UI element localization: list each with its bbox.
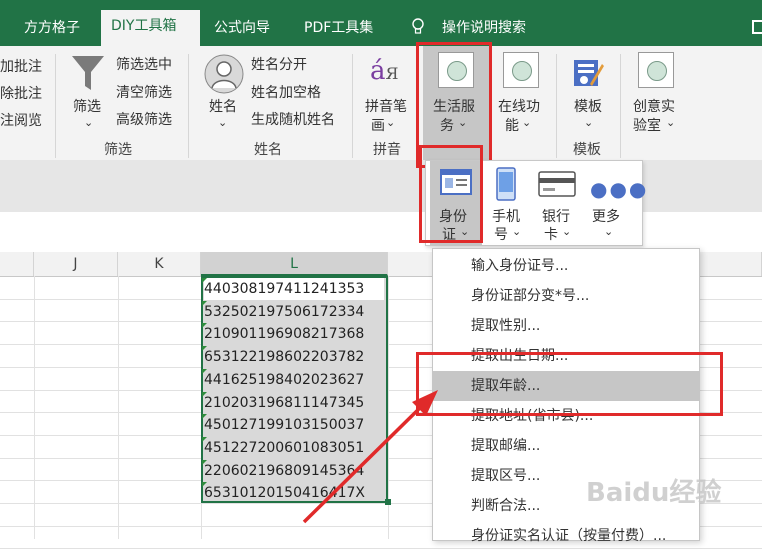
watermark: Baidu经验 <box>586 478 722 508</box>
error-indicator-icon <box>202 323 207 329</box>
view-comment-button[interactable]: 注阅览 <box>0 110 42 130</box>
pinyin-stroke-button-line2[interactable]: 画 <box>371 115 385 135</box>
menu-item[interactable]: 提取性别... <box>433 311 699 341</box>
advanced-filter-button[interactable]: 高级筛选 <box>116 109 172 129</box>
highlight-box-extract-age <box>416 352 723 416</box>
creative-lab-button[interactable]: 创意实 <box>633 96 675 116</box>
grid-column-line <box>34 276 35 539</box>
creative-lab-icon <box>638 52 674 88</box>
random-name-button[interactable]: 生成随机姓名 <box>251 109 335 129</box>
grid-column-line <box>118 276 119 539</box>
chevron-down-icon: ⌄ <box>386 116 396 129</box>
group-label-pinyin: 拼音 <box>373 142 401 158</box>
name-add-space-button[interactable]: 姓名加空格 <box>251 82 321 102</box>
name-button[interactable]: 姓名 <box>209 96 237 116</box>
menu-item[interactable]: 输入身份证号... <box>433 251 699 281</box>
error-indicator-icon <box>202 482 207 488</box>
divider <box>55 54 56 158</box>
table-cell[interactable]: 210901196908217368 <box>204 323 384 345</box>
table-cell[interactable]: 440308197411241353 <box>204 278 384 300</box>
pinyin-stroke-button[interactable]: 拼音笔 <box>365 96 407 116</box>
chevron-down-icon: ⌄ <box>84 116 94 129</box>
menu-item[interactable]: 身份证部分变*号... <box>433 281 699 311</box>
funnel-icon <box>70 54 106 98</box>
tab-fangfang[interactable]: 方方格子 <box>14 12 90 46</box>
error-indicator-icon <box>202 391 207 397</box>
ribbon: 加批注 除批注 注阅览 筛选 ⌄ 筛选选中 清空筛选 高级筛选 筛选 姓名 ⌄ … <box>0 46 762 161</box>
error-indicator-icon <box>202 436 207 442</box>
window-edge-icon <box>752 20 762 34</box>
divider <box>352 54 353 158</box>
pinyin-icon: áЯ <box>370 56 399 86</box>
chevron-down-icon: ⌄ <box>562 225 572 238</box>
group-label-template: 模板 <box>573 142 601 158</box>
clear-filter-button[interactable]: 清空筛选 <box>116 82 172 102</box>
more-button[interactable]: 更多 <box>592 206 620 226</box>
group-label-filter: 筛选 <box>104 142 132 158</box>
chevron-down-icon: ⌄ <box>604 225 614 238</box>
lightbulb-icon <box>411 18 425 40</box>
remove-comment-button[interactable]: 除批注 <box>0 83 42 103</box>
phone-button-line2[interactable]: 号 <box>494 224 508 244</box>
more-dots-icon: ●●● <box>590 177 649 201</box>
chevron-down-icon: ⌄ <box>666 116 676 129</box>
group-label-name: 姓名 <box>254 142 282 158</box>
bank-card-icon <box>538 171 576 201</box>
error-indicator-icon <box>202 459 207 465</box>
divider <box>620 54 621 158</box>
filter-button[interactable]: 筛选 <box>73 96 101 116</box>
column-header-l[interactable]: L <box>201 252 388 276</box>
online-functions-button[interactable]: 在线功 <box>498 96 540 116</box>
chevron-down-icon: ⌄ <box>218 116 228 129</box>
error-indicator-icon <box>202 300 207 306</box>
divider <box>188 54 189 158</box>
table-cell[interactable]: 653122198602203782 <box>204 346 384 368</box>
phone-icon <box>496 167 516 205</box>
highlight-box-idcard <box>419 145 483 243</box>
add-comment-button[interactable]: 加批注 <box>0 56 42 76</box>
tab-formula-wizard[interactable]: 公式向导 <box>204 12 280 46</box>
error-indicator-icon <box>202 346 207 352</box>
column-header-k[interactable]: K <box>118 252 201 276</box>
chevron-down-icon: ⌄ <box>522 116 532 129</box>
column-header-j[interactable]: J <box>34 252 118 276</box>
bank-card-button-line2[interactable]: 卡 <box>544 224 558 244</box>
online-functions-button-line2[interactable]: 能 <box>505 115 519 135</box>
template-button[interactable]: 模板 <box>574 96 602 116</box>
error-indicator-icon <box>202 368 207 374</box>
tab-diy-toolbox[interactable]: DIY工具箱 <box>101 10 200 46</box>
column-header-partial[interactable] <box>0 252 34 276</box>
tab-pdf-tools[interactable]: PDF工具集 <box>294 12 383 46</box>
divider <box>556 54 557 158</box>
formula-bar[interactable] <box>0 212 762 253</box>
creative-lab-button-line2[interactable]: 验室 <box>633 115 661 135</box>
ribbon-tab-bar: 方方格子 DIY工具箱 公式向导 PDF工具集 操作说明搜索 <box>0 0 762 46</box>
filter-selected-button[interactable]: 筛选选中 <box>116 54 172 74</box>
online-functions-icon <box>503 52 539 88</box>
menu-item[interactable]: 提取邮编... <box>433 431 699 461</box>
red-arrow-icon <box>302 390 438 524</box>
template-icon <box>570 54 606 94</box>
chevron-down-icon: ⌄ <box>584 116 594 129</box>
bank-card-button[interactable]: 银行 <box>542 206 570 226</box>
split-name-button[interactable]: 姓名分开 <box>251 54 307 74</box>
error-indicator-icon <box>202 414 207 420</box>
menu-item[interactable]: 身份证实名认证（按量付费）... <box>433 521 699 551</box>
person-icon <box>204 54 244 98</box>
tell-me-search[interactable]: 操作说明搜索 <box>432 12 536 46</box>
chevron-down-icon: ⌄ <box>512 225 522 238</box>
phone-button[interactable]: 手机 <box>492 206 520 226</box>
table-cell[interactable]: 532502197506172334 <box>204 301 384 323</box>
error-indicator-icon <box>202 278 207 283</box>
